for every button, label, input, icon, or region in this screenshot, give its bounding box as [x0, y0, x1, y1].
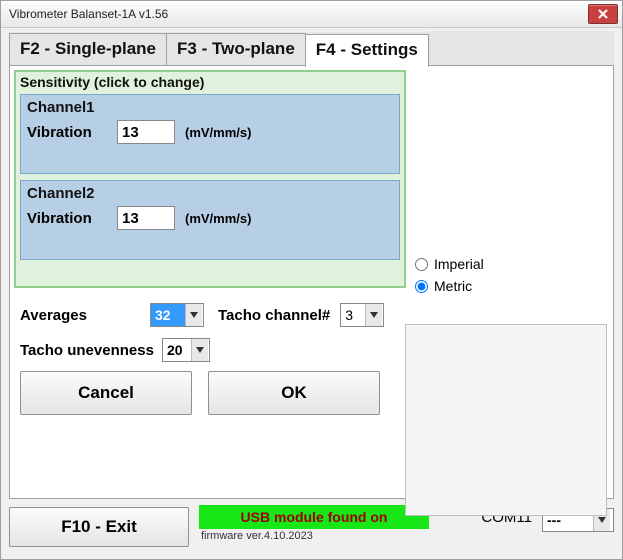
channel1-unit: (mV/mm/s): [185, 125, 251, 140]
tab-two-plane[interactable]: F3 - Two-plane: [166, 33, 306, 66]
unit-metric-radio[interactable]: [415, 280, 428, 293]
tacho-channel-label: Tacho channel#: [218, 307, 330, 324]
unit-metric-label: Metric: [434, 278, 472, 294]
channel2-panel: Channel2 Vibration (mV/mm/s): [20, 180, 400, 260]
client-area: F2 - Single-plane F3 - Two-plane F4 - Se…: [1, 28, 622, 559]
usb-status: USB module found on: [199, 505, 429, 529]
window-title: Vibrometer Balanset-1A v1.56: [9, 7, 168, 21]
unit-imperial-label: Imperial: [434, 256, 484, 272]
side-panel: [405, 324, 607, 516]
channel1-label: Channel1: [27, 99, 393, 116]
averages-combo[interactable]: [150, 303, 204, 327]
close-button[interactable]: [588, 4, 618, 24]
firmware-version: firmware ver.4.10.2023: [199, 530, 467, 542]
app-window: Vibrometer Balanset-1A v1.56 F2 - Single…: [0, 0, 623, 560]
chevron-down-icon: [196, 347, 204, 353]
averages-value[interactable]: [151, 304, 185, 326]
channel1-panel: Channel1 Vibration (mV/mm/s): [20, 94, 400, 174]
channel2-unit: (mV/mm/s): [185, 211, 251, 226]
channel2-vibration-input[interactable]: [117, 206, 175, 230]
unit-imperial-radio[interactable]: [415, 258, 428, 271]
averages-label: Averages: [20, 307, 150, 324]
ok-button[interactable]: OK: [208, 371, 380, 415]
cancel-button[interactable]: Cancel: [20, 371, 192, 415]
chevron-down-icon: [190, 312, 198, 318]
channel1-vibration-label: Vibration: [27, 124, 117, 141]
tacho-unevenness-value[interactable]: [163, 339, 191, 361]
channel2-vibration-label: Vibration: [27, 210, 117, 227]
channel1-vibration-input[interactable]: [117, 120, 175, 144]
tacho-unevenness-dropdown-button[interactable]: [191, 339, 208, 361]
tacho-unevenness-combo[interactable]: [162, 338, 210, 362]
settings-page: Sensitivity (click to change) Channel1 V…: [9, 66, 614, 499]
chevron-down-icon: [370, 312, 378, 318]
tab-bar: F2 - Single-plane F3 - Two-plane F4 - Se…: [9, 32, 614, 66]
tacho-channel-combo[interactable]: [340, 303, 384, 327]
sensitivity-group[interactable]: Sensitivity (click to change) Channel1 V…: [14, 70, 406, 288]
tacho-channel-value[interactable]: [341, 304, 365, 326]
sensitivity-title: Sensitivity (click to change): [16, 72, 404, 94]
channel2-label: Channel2: [27, 185, 393, 202]
tab-single-plane[interactable]: F2 - Single-plane: [9, 33, 167, 66]
unit-metric-option[interactable]: Metric: [415, 278, 484, 294]
titlebar: Vibrometer Balanset-1A v1.56: [1, 1, 622, 28]
unit-imperial-option[interactable]: Imperial: [415, 256, 484, 272]
close-icon: [598, 9, 608, 19]
tacho-unevenness-label: Tacho unevenness: [20, 342, 154, 359]
unit-radio-group: Imperial Metric: [415, 256, 484, 300]
chevron-down-icon: [598, 517, 606, 523]
exit-button[interactable]: F10 - Exit: [9, 507, 189, 547]
tabstrip-filler: [429, 31, 614, 66]
averages-dropdown-button[interactable]: [185, 304, 202, 326]
tab-settings[interactable]: F4 - Settings: [305, 34, 429, 67]
tacho-channel-dropdown-button[interactable]: [365, 304, 382, 326]
